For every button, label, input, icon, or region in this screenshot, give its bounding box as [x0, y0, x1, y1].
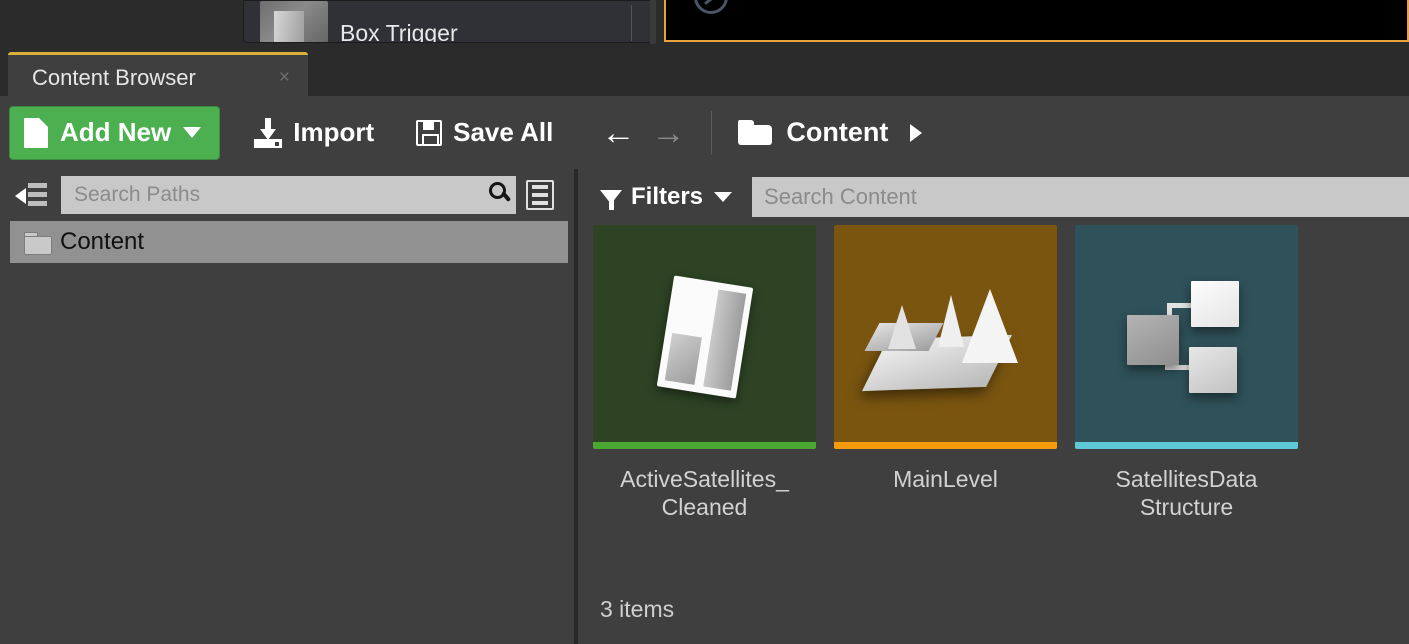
import-label: Import	[293, 117, 375, 147]
arrow-left-icon[interactable]: ←	[601, 116, 635, 150]
search-paths-field[interactable]	[61, 176, 516, 214]
asset-tile-level[interactable]: MainLevel	[834, 225, 1057, 575]
save-all-button[interactable]: Save All	[416, 117, 553, 148]
save-all-label: Save All	[453, 117, 554, 147]
toolbar-divider	[711, 110, 713, 155]
asset-name-label: ActiveSatellites_ Cleaned	[620, 466, 789, 520]
asset-thumbnail	[593, 225, 816, 449]
floppy-disk-icon	[416, 119, 443, 146]
content-browser-body: Content Filters	[0, 169, 1409, 644]
content-browser-toolbar: Add New Import Save All ← → Content	[0, 96, 1409, 169]
item-count-label: 3 items	[600, 596, 675, 622]
place-actors-divider	[631, 5, 632, 41]
tab-label: Content Browser	[32, 64, 196, 90]
search-paths-input[interactable]	[74, 183, 474, 207]
filters-button[interactable]: Filters	[600, 183, 733, 211]
magnifier-icon	[489, 182, 506, 199]
asset-type-accent	[593, 442, 816, 449]
close-icon[interactable]: ×	[279, 68, 290, 87]
breadcrumb-label: Content	[786, 117, 889, 147]
sidebar-item-content[interactable]: Content	[10, 221, 568, 263]
place-actors-item[interactable]: Box Trigger	[244, 1, 652, 43]
data-table-icon	[656, 275, 753, 399]
asset-type-accent	[834, 442, 1057, 449]
place-actors-panel: Box Trigger	[243, 0, 653, 43]
search-content-field[interactable]	[752, 177, 1409, 217]
chevron-down-icon	[183, 127, 202, 138]
viewport-compass-icon	[694, 0, 728, 14]
asset-name-label: MainLevel	[893, 466, 998, 492]
level-icon	[861, 281, 1026, 401]
paths-search-row	[0, 169, 574, 221]
tab-bar: Content Browser ×	[0, 48, 1409, 100]
place-actors-item-label: Box Trigger	[340, 20, 458, 43]
folder-icon	[24, 231, 52, 255]
asset-thumbnail	[834, 225, 1057, 449]
chevron-down-icon	[714, 192, 733, 202]
asset-type-accent	[1075, 442, 1298, 449]
filters-label: Filters	[631, 183, 704, 210]
list-view-options-icon[interactable]	[526, 180, 554, 210]
add-new-label: Add New	[60, 117, 172, 147]
asset-tile-struct[interactable]: SatellitesData Structure	[1075, 225, 1298, 575]
arrow-right-icon[interactable]: →	[651, 116, 685, 150]
folder-icon	[738, 120, 773, 145]
content-browser-window: Content Browser × Add New Import Save Al…	[0, 48, 1409, 644]
asset-grid: ActiveSatellites_ Cleaned MainLevel Sate…	[593, 225, 1409, 575]
import-download-icon	[254, 117, 283, 148]
breadcrumb[interactable]: Content	[738, 117, 923, 148]
asset-tile-data-table[interactable]: ActiveSatellites_ Cleaned	[593, 225, 816, 575]
asset-name-label: SatellitesData Structure	[1115, 466, 1258, 520]
sidebar-item-label: Content	[60, 228, 145, 255]
navigation-group: ← → Content	[601, 110, 923, 155]
sources-panel: Content	[0, 169, 574, 644]
content-browser-screen: Box Trigger Content Browser × Add New Im…	[0, 0, 1409, 644]
tab-content-browser[interactable]: Content Browser ×	[8, 52, 308, 100]
box-trigger-thumbnail	[260, 1, 328, 42]
asset-thumbnail	[1075, 225, 1298, 449]
asset-view-panel: Filters Search Content ActiveSatellites_…	[578, 169, 1409, 644]
viewport-left-edge	[650, 0, 656, 44]
search-content-input[interactable]	[764, 184, 1409, 210]
status-bar: 3 items	[578, 575, 1409, 644]
add-new-button[interactable]: Add New	[9, 105, 221, 160]
import-button[interactable]: Import	[254, 117, 374, 148]
filter-funnel-icon	[600, 190, 622, 210]
new-page-icon	[24, 117, 48, 148]
asset-filter-row: Filters	[578, 169, 1409, 225]
level-viewport[interactable]	[664, 0, 1409, 42]
collapse-panel-left-icon[interactable]	[15, 182, 47, 208]
triangle-right-icon[interactable]	[910, 123, 923, 142]
struct-icon	[1117, 273, 1257, 401]
